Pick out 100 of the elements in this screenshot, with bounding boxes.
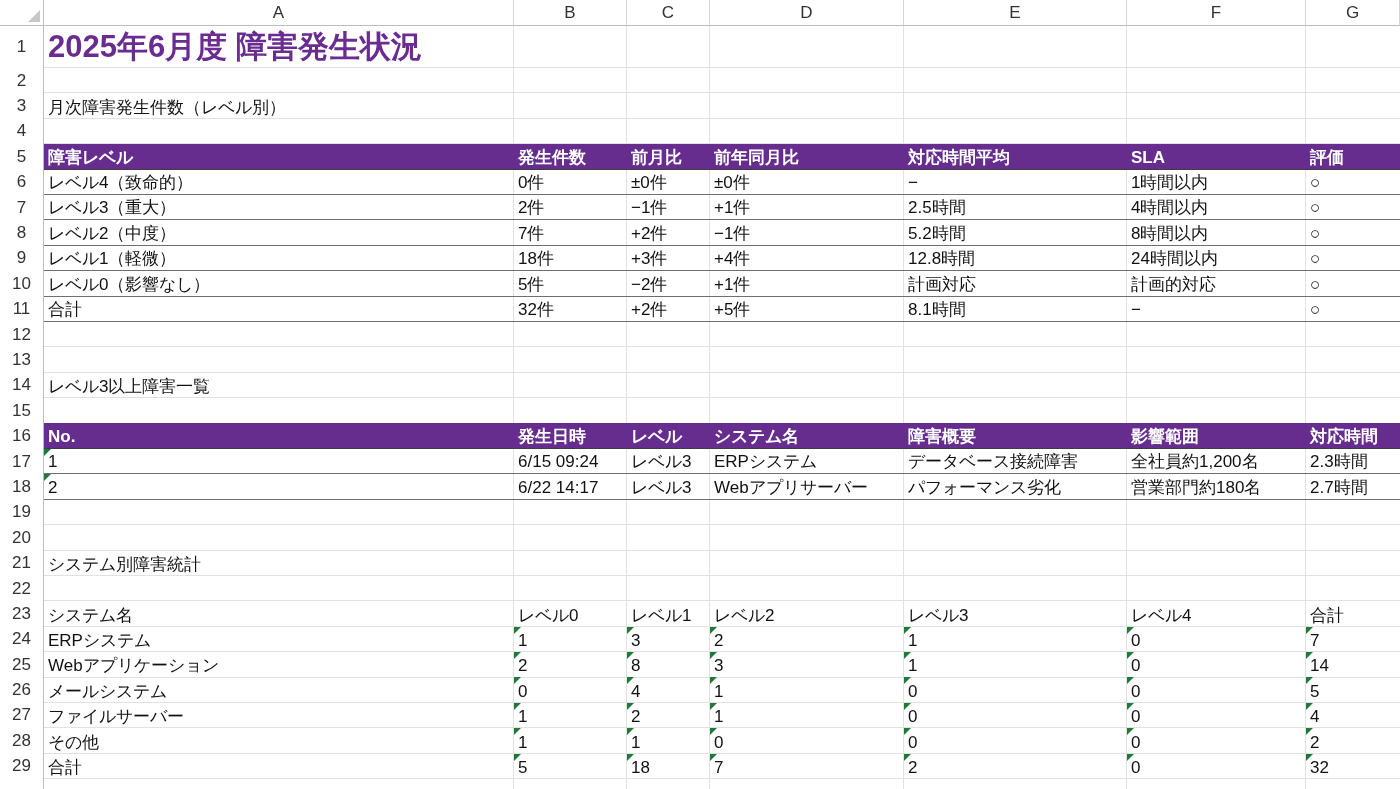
column-header[interactable]: A xyxy=(44,0,514,26)
header-cell: 影響範囲 xyxy=(1127,423,1306,449)
cell-text: パフォーマンス劣化 xyxy=(908,476,1061,499)
row-header[interactable]: 24 xyxy=(0,626,44,652)
column-header[interactable]: G xyxy=(1306,0,1400,26)
cell-text: 1 xyxy=(631,731,641,754)
row-header[interactable]: 29 xyxy=(0,753,44,779)
cell-text: 2 xyxy=(631,706,641,729)
cell-text: レベル2 xyxy=(714,604,775,627)
cell-text: 合計 xyxy=(48,756,82,779)
cell-text: 5 xyxy=(518,756,528,779)
cell-text: 7 xyxy=(714,756,724,779)
cell-text: 2 xyxy=(908,756,918,779)
cell-text: 2 xyxy=(48,476,58,499)
cell-text: Webアプリケーション xyxy=(48,655,219,678)
cell-text: 月次障害発生件数（レベル別） xyxy=(48,96,286,119)
cell-text: 4時間以内 xyxy=(1131,197,1209,220)
row-header[interactable]: 14 xyxy=(0,372,44,399)
column-header[interactable]: B xyxy=(514,0,627,26)
cell-text: +2件 xyxy=(631,298,668,321)
cell-text: 32 xyxy=(1310,756,1329,779)
cell-text: −1件 xyxy=(714,222,751,245)
header-cell: SLA xyxy=(1127,144,1306,170)
cell-text: −2件 xyxy=(631,273,668,296)
cell-text: 0 xyxy=(908,731,918,754)
cell-text: レベル0 xyxy=(518,604,579,627)
cell-text: 2 xyxy=(1310,731,1320,754)
cell-text: 7件 xyxy=(518,222,545,245)
cell-text: 営業部門約180名 xyxy=(1131,476,1262,499)
cell-text: レベル3（重大） xyxy=(48,197,177,220)
cell-text: 5 xyxy=(1310,680,1320,703)
cell-text: 1 xyxy=(518,731,528,754)
cell-text: レベル3 xyxy=(631,451,692,474)
row-header[interactable]: 17 xyxy=(0,448,44,475)
row-header[interactable]: 27 xyxy=(0,702,44,729)
cell-text: 18件 xyxy=(518,248,554,271)
cell-text: 4 xyxy=(1310,706,1320,729)
cell-text: 3 xyxy=(714,655,724,678)
column-header[interactable]: D xyxy=(710,0,904,26)
cell-text: ファイルサーバー xyxy=(48,706,184,729)
cell-text: +5件 xyxy=(714,298,751,321)
cell-text: 0 xyxy=(1131,655,1141,678)
cell-text: 1 xyxy=(714,680,724,703)
header-cell: 障害概要 xyxy=(904,423,1127,449)
cell-text: ERPシステム xyxy=(714,451,817,474)
header-cell: 対応時間 xyxy=(1306,423,1400,449)
row-header[interactable]: 19 xyxy=(0,499,44,526)
cell-text: 8 xyxy=(631,655,641,678)
row-header[interactable]: 7 xyxy=(0,194,44,221)
row-header[interactable]: 23 xyxy=(0,601,44,627)
cell-text: 0 xyxy=(714,731,724,754)
select-all-icon[interactable] xyxy=(28,10,40,22)
cell-text: +1件 xyxy=(714,273,751,296)
cell-text: 0件 xyxy=(518,171,545,194)
row-header[interactable]: 13 xyxy=(0,347,44,373)
row-header[interactable]: 2 xyxy=(0,68,44,94)
cell-text: +4件 xyxy=(714,248,751,271)
cell-text: 8時間以内 xyxy=(1131,222,1209,245)
row-header[interactable]: 28 xyxy=(0,728,44,754)
row-header[interactable]: 21 xyxy=(0,550,44,576)
column-header[interactable]: E xyxy=(904,0,1127,26)
row-header[interactable]: 18 xyxy=(0,474,44,500)
cell-text: レベル0（影響なし） xyxy=(48,273,211,296)
header-cell: 前年同月比 xyxy=(710,144,904,170)
cell-text: レベル4 xyxy=(1131,604,1192,627)
cell-text: 5.2時間 xyxy=(908,222,966,245)
cell-text: 32件 xyxy=(518,298,554,321)
row-header[interactable]: 11 xyxy=(0,296,44,322)
cell-text: 1 xyxy=(908,655,918,678)
cell-text: ○ xyxy=(1310,273,1321,296)
row-header[interactable]: 8 xyxy=(0,220,44,246)
cell-text: 2.7時間 xyxy=(1310,476,1368,499)
cell-text: 24時間以内 xyxy=(1131,248,1218,271)
cell-text: 1 xyxy=(518,630,528,652)
row-header[interactable]: 16 xyxy=(0,423,44,449)
row-header[interactable]: 22 xyxy=(0,575,44,602)
row-header[interactable]: 4 xyxy=(0,118,44,145)
row-header[interactable]: 9 xyxy=(0,245,44,272)
row-header[interactable]: 6 xyxy=(0,169,44,195)
row-header[interactable]: 1 xyxy=(0,26,44,68)
cell-text: 1 xyxy=(48,451,58,474)
column-header[interactable]: F xyxy=(1127,0,1306,26)
cell-text: 0 xyxy=(1131,706,1141,729)
column-header[interactable]: C xyxy=(627,0,710,26)
row-header[interactable]: 3 xyxy=(0,93,44,119)
row-header[interactable]: 12 xyxy=(0,321,44,348)
header-cell: 障害レベル xyxy=(44,144,514,170)
row-header[interactable]: 26 xyxy=(0,677,44,703)
cell-text: 7 xyxy=(1310,630,1320,652)
cell-text: ○ xyxy=(1310,171,1321,194)
header-cell: レベル xyxy=(627,423,710,449)
cell-text: 5件 xyxy=(518,273,545,296)
cell-text: − xyxy=(908,171,918,194)
row-header[interactable]: 10 xyxy=(0,271,44,297)
cell-text: 2件 xyxy=(518,197,545,220)
cell-text: 0 xyxy=(1131,630,1141,652)
row-header[interactable]: 5 xyxy=(0,144,44,170)
cell-text: 14 xyxy=(1310,655,1329,678)
cell-text: ±0件 xyxy=(714,171,750,194)
cell-text: +3件 xyxy=(631,248,668,271)
